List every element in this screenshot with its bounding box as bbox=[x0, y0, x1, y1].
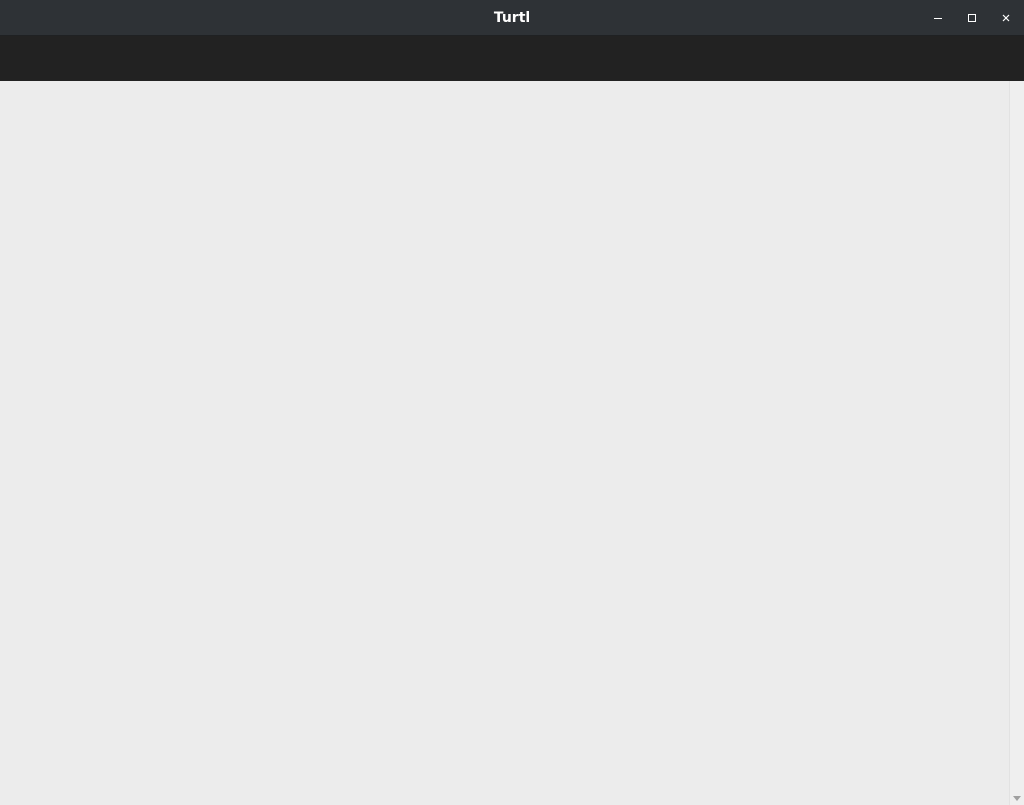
minimize-icon bbox=[933, 13, 943, 23]
app-window: Turtl bbox=[0, 0, 1024, 805]
vertical-scrollbar[interactable] bbox=[1009, 81, 1024, 805]
close-button[interactable] bbox=[994, 6, 1018, 30]
close-icon bbox=[1001, 13, 1011, 23]
maximize-icon bbox=[967, 13, 977, 23]
app-toolbar bbox=[0, 36, 1024, 81]
minimize-button[interactable] bbox=[926, 6, 950, 30]
title-bar[interactable]: Turtl bbox=[0, 0, 1024, 36]
window-title: Turtl bbox=[493, 10, 531, 26]
maximize-button[interactable] bbox=[960, 6, 984, 30]
main-content bbox=[0, 81, 1009, 805]
scroll-down-arrow-icon[interactable] bbox=[1013, 796, 1021, 801]
